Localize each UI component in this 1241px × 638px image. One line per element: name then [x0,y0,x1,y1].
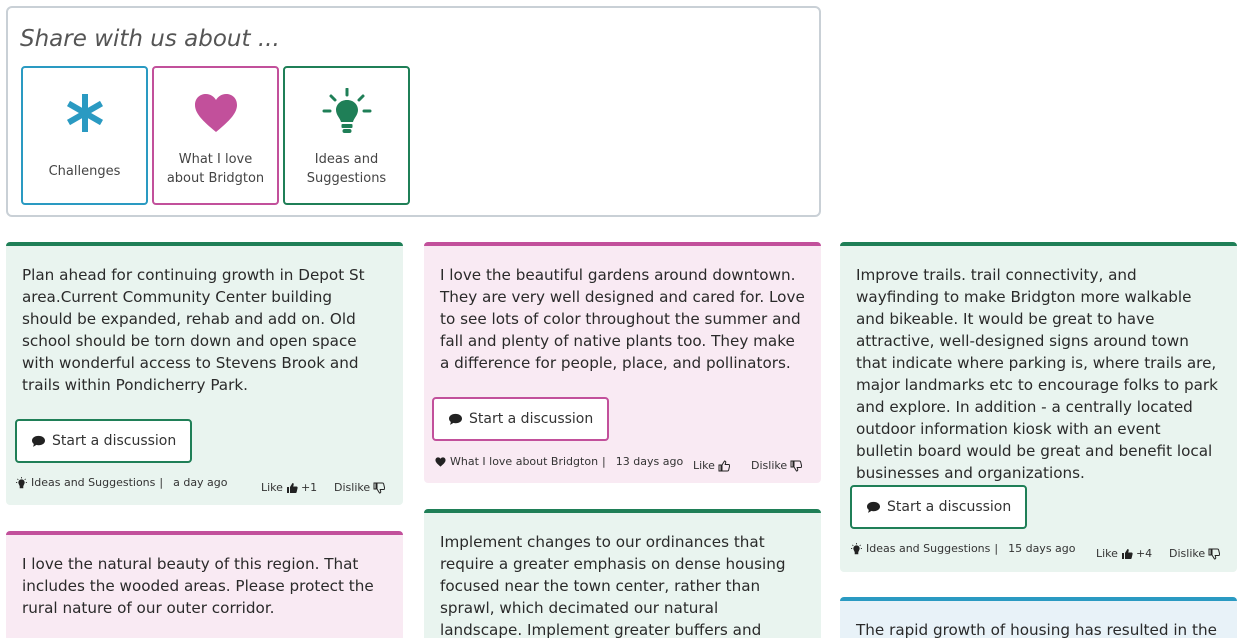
idea-card: Plan ahead for continuing growth in Depo… [6,242,403,505]
like-label: Like [693,459,715,472]
category-ideas-button[interactable]: Ideas and Suggestions [283,66,410,205]
dislike-label: Dislike [1169,547,1206,560]
card-text: I love the natural beauty of this region… [22,555,374,617]
card-time: 15 days ago [1008,542,1076,555]
thumbs-down-icon [373,482,386,494]
thumbs-down-icon [1208,548,1221,560]
like-count: +1 [300,481,318,494]
dislike-button[interactable]: Dislike [1169,547,1221,560]
card-category[interactable]: Ideas and Suggestions [31,476,155,489]
start-discussion-button[interactable]: Start a discussion [15,419,193,463]
category-label: What I love about Bridgton [166,152,265,186]
share-panel: Share with us about ... Challenges What … [6,6,821,217]
card-meta: Ideas and Suggestions | 15 days ago [851,542,1076,555]
thumbs-up-icon [718,459,730,471]
speech-bubble-icon [867,501,880,513]
idea-card: Implement changes to our ordinances that… [424,509,821,638]
speech-bubble-icon [32,435,45,447]
card-category[interactable]: What I love about Bridgton [450,455,598,468]
button-label: Start a discussion [887,499,1012,515]
thumbs-up-icon [286,482,298,493]
heart-icon [435,456,446,467]
button-label: Start a discussion [469,411,594,427]
button-label: Start a discussion [52,433,177,449]
love-card: I love the natural beauty of this region… [6,531,403,638]
challenge-card: The rapid growth of housing has resulted… [840,597,1237,638]
like-button[interactable]: Like [693,459,730,472]
card-category[interactable]: Ideas and Suggestions [866,542,990,555]
like-button[interactable]: Like +1 [261,481,317,494]
card-meta: Ideas and Suggestions | a day ago [16,476,228,489]
dislike-button[interactable]: Dislike [751,459,803,472]
card-meta: What I love about Bridgton | 13 days ago [435,455,683,468]
dislike-button[interactable]: Dislike [334,481,386,494]
card-time: a day ago [173,476,228,489]
category-label: Ideas and Suggestions [306,152,387,186]
category-love-button[interactable]: What I love about Bridgton [152,66,279,205]
card-text: Implement changes to our ordinances that… [440,533,786,638]
love-card: I love the beautiful gardens around down… [424,242,821,483]
start-discussion-button[interactable]: Start a discussion [850,485,1028,529]
card-text: I love the beautiful gardens around down… [440,266,805,372]
thumbs-down-icon [790,460,803,472]
dislike-label: Dislike [751,459,788,472]
start-discussion-button[interactable]: Start a discussion [432,397,610,441]
share-title: Share with us about ... [20,26,280,52]
lightbulb-icon [851,542,862,554]
dislike-label: Dislike [334,481,371,494]
like-label: Like [1096,547,1118,560]
category-challenges-button[interactable]: Challenges [21,66,148,205]
category-label: Challenges [48,164,121,179]
heart-icon [194,90,238,136]
speech-bubble-icon [449,413,462,425]
card-text: Improve trails. trail connectivity, and … [856,266,1218,482]
card-text: The rapid growth of housing has resulted… [856,621,1217,638]
like-label: Like [261,481,283,494]
asterisk-icon [63,90,107,136]
thumbs-up-icon [1121,548,1133,559]
like-button[interactable]: Like +4 [1096,547,1152,560]
card-text: Plan ahead for continuing growth in Depo… [22,266,365,394]
lightbulb-icon [321,88,373,136]
card-time: 13 days ago [615,455,684,468]
like-count: +4 [1135,547,1153,560]
lightbulb-icon [16,476,27,488]
